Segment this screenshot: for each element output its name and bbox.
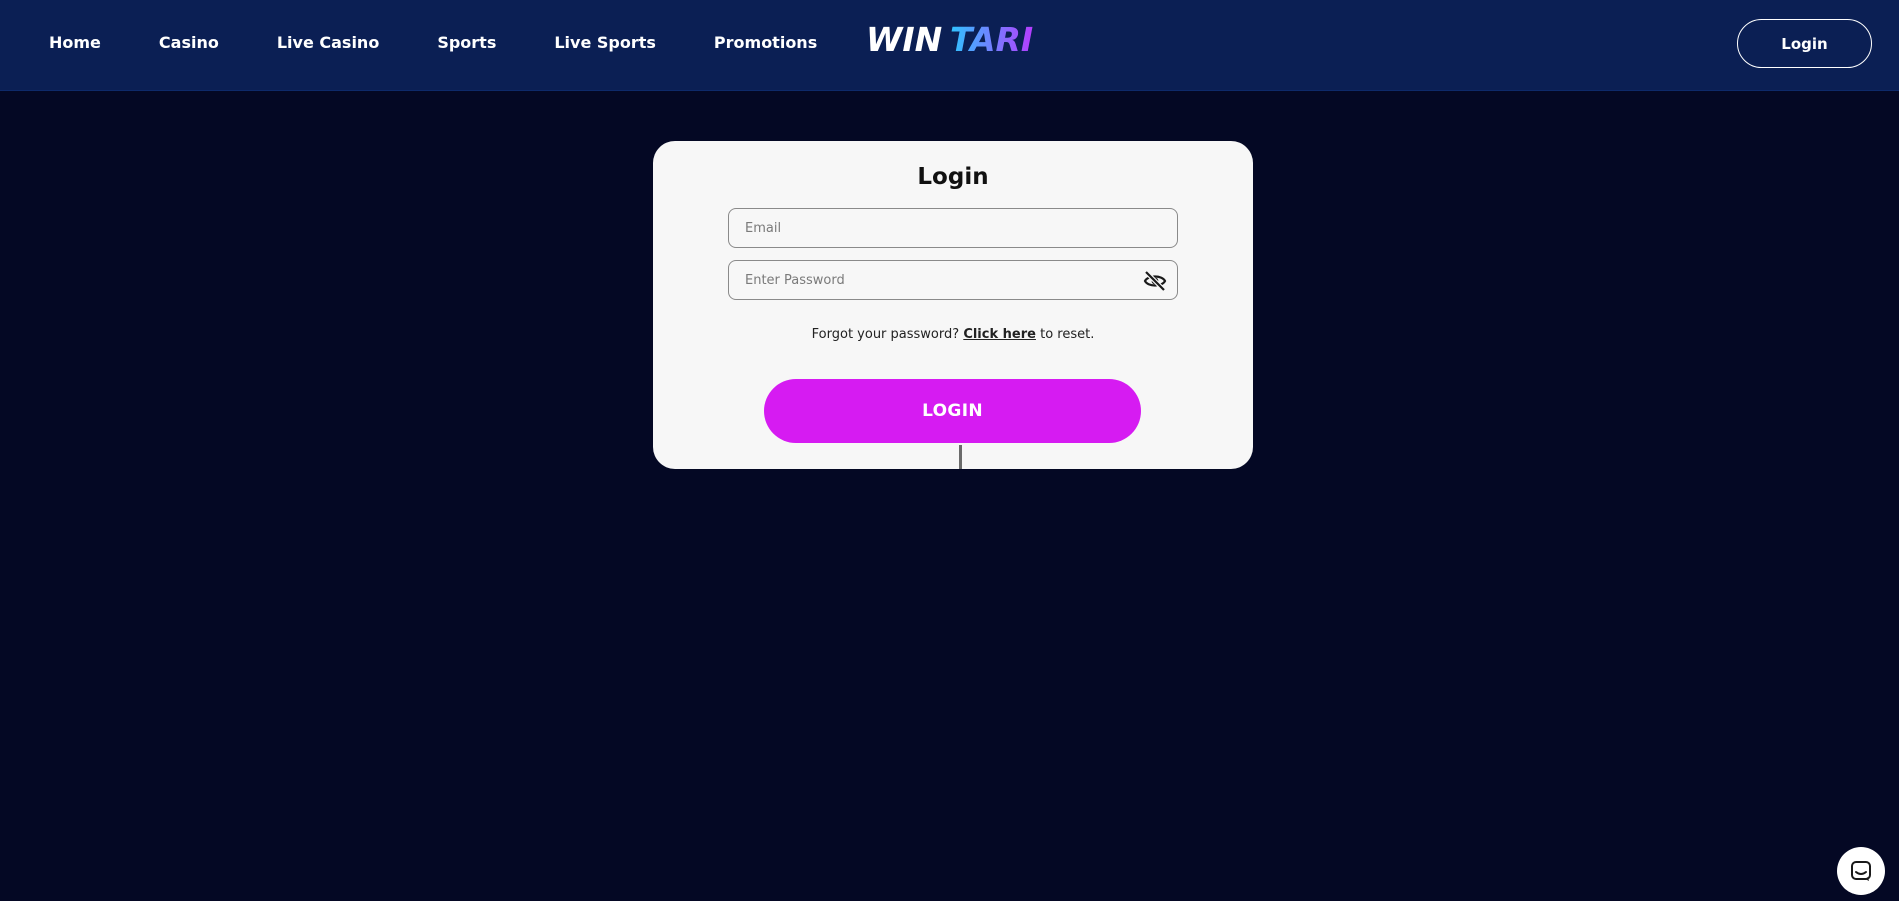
eye-slash-icon[interactable]	[1143, 270, 1167, 292]
email-input[interactable]	[729, 209, 1177, 247]
logo-graphic: WIN TARI	[866, 22, 1033, 56]
nav-promotions[interactable]: Promotions	[714, 31, 817, 55]
login-submit-button[interactable]: LOGIN	[764, 379, 1141, 443]
top-navigation-bar: Home Casino Live Casino Sports Live Spor…	[0, 0, 1899, 91]
forgot-prefix: Forgot your password?	[811, 327, 960, 342]
login-title: Login	[917, 164, 989, 190]
chat-icon	[1851, 861, 1871, 881]
wintari-logo[interactable]: WIN TARI	[866, 22, 1038, 56]
text-cursor-indicator	[959, 445, 962, 469]
logo-text-tari: TARI	[950, 22, 1033, 56]
nav-casino[interactable]: Casino	[159, 31, 219, 55]
nav-home[interactable]: Home	[49, 31, 101, 55]
nav-sports[interactable]: Sports	[437, 31, 496, 55]
logo-text-win: WIN	[866, 22, 942, 56]
login-card: Login Forgot your password? Click here t…	[653, 141, 1253, 469]
nav-live-sports[interactable]: Live Sports	[554, 31, 656, 55]
forgot-password-text: Forgot your password? Click here to rese…	[653, 326, 1253, 344]
main-nav: Home Casino Live Casino Sports Live Spor…	[49, 31, 875, 55]
chat-launcher-button[interactable]	[1837, 847, 1885, 895]
nav-live-casino[interactable]: Live Casino	[277, 31, 379, 55]
password-input[interactable]	[729, 261, 1177, 299]
forgot-suffix: to reset.	[1040, 327, 1095, 342]
password-field-wrapper	[728, 260, 1178, 300]
email-field-wrapper	[728, 208, 1178, 248]
header-login-button[interactable]: Login	[1737, 19, 1872, 68]
forgot-password-link[interactable]: Click here	[963, 327, 1036, 342]
